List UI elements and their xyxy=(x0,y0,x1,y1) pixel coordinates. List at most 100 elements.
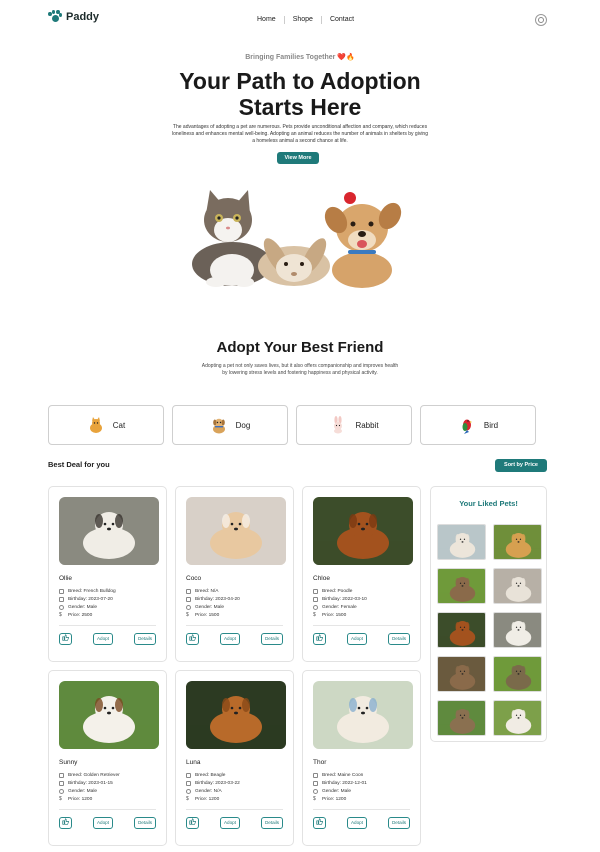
liked-pet-thumbnail[interactable] xyxy=(493,656,542,692)
adopt-button[interactable]: Adopt xyxy=(220,817,240,829)
dollar-icon: $ xyxy=(186,795,189,802)
pet-card: Luna Breed: Beagle Birthday: 2023-03-22 … xyxy=(175,670,294,846)
details-button[interactable]: Details xyxy=(388,817,410,829)
liked-pet-thumbnail[interactable] xyxy=(437,612,486,648)
details-button[interactable]: Details xyxy=(261,633,283,645)
dollar-icon: $ xyxy=(186,611,189,618)
liked-pet-thumbnail[interactable] xyxy=(493,612,542,648)
like-button[interactable] xyxy=(313,817,326,829)
liked-pets-panel: Your Liked Pets! xyxy=(430,486,547,742)
pet-birthday-row: Birthday: 2023-07-20 xyxy=(59,595,156,603)
adopt-button[interactable]: Adopt xyxy=(220,633,240,645)
liked-pet-thumbnail[interactable] xyxy=(437,568,486,604)
dollar-icon: $ xyxy=(59,795,62,802)
liked-pet-thumbnail[interactable] xyxy=(493,524,542,560)
pet-name: Chloe xyxy=(313,575,330,582)
pet-photo[interactable] xyxy=(59,497,159,565)
calendar-icon xyxy=(186,780,191,786)
pet-price: Price: 1200 xyxy=(322,796,347,802)
thumbs-up-icon xyxy=(316,634,324,641)
hero-tagline: Bringing Families Together ❤️🔥 xyxy=(245,54,355,61)
calendar-icon xyxy=(59,780,64,786)
category-dog[interactable]: Dog xyxy=(172,405,288,445)
gender-icon xyxy=(186,604,191,610)
gender-icon xyxy=(59,604,64,610)
details-button[interactable]: Details xyxy=(134,817,156,829)
pet-photo[interactable] xyxy=(59,681,159,749)
nav-contact[interactable]: Contact xyxy=(330,16,354,24)
category-cat-label: Cat xyxy=(112,420,126,430)
pet-photo[interactable] xyxy=(313,681,413,749)
like-button[interactable] xyxy=(186,633,199,645)
nav-home[interactable]: Home xyxy=(257,16,276,24)
thumbs-up-icon xyxy=(62,818,70,825)
pet-gender: Gender: N/A xyxy=(195,788,222,794)
adopt-section-title: Adopt Your Best Friend xyxy=(216,339,384,356)
brand-logo[interactable]: Paddy xyxy=(48,10,99,23)
adopt-button[interactable]: Adopt xyxy=(93,817,113,829)
pet-price: Price: 1500 xyxy=(322,612,347,618)
card-divider xyxy=(313,809,410,810)
pet-name: Luna xyxy=(186,759,201,766)
like-button[interactable] xyxy=(59,817,72,829)
adopt-section-description: Adopting a pet not only saves lives, but… xyxy=(201,363,399,376)
adopt-button[interactable]: Adopt xyxy=(93,633,113,645)
pet-card: Chloe Breed: Poodle Birthday: 2022-03-10… xyxy=(302,486,421,662)
category-bird[interactable]: Bird xyxy=(420,405,536,445)
liked-pet-thumbnail[interactable] xyxy=(437,524,486,560)
pet-birthday: Birthday: 2023-07-20 xyxy=(68,596,113,602)
pet-price: Price: 2500 xyxy=(68,612,93,618)
pet-gender: Gender: Male xyxy=(68,788,98,794)
pet-birthday-row: Birthday: 2023-01-15 xyxy=(59,779,156,787)
category-list: Cat Dog Rabbit Bird xyxy=(48,405,536,445)
category-rabbit[interactable]: Rabbit xyxy=(296,405,412,445)
thumbs-up-icon xyxy=(62,634,70,641)
pet-gender-row: Gender: Male xyxy=(313,787,410,795)
pet-card: Ollie Breed: French Bulldog Birthday: 20… xyxy=(48,486,167,662)
pet-breed: Breed: N/A xyxy=(195,588,219,594)
pet-breed: Breed: Maine Coon xyxy=(322,772,364,778)
like-button[interactable] xyxy=(59,633,72,645)
pet-birthday: Birthday: 2023-03-22 xyxy=(195,780,240,786)
dollar-icon: $ xyxy=(313,611,316,618)
liked-pet-thumbnail[interactable] xyxy=(437,700,486,736)
category-cat[interactable]: Cat xyxy=(48,405,164,445)
nav-shop[interactable]: Shope xyxy=(293,16,313,24)
like-button[interactable] xyxy=(313,633,326,645)
pet-breed-row: Breed: Maine Coon xyxy=(313,771,410,779)
liked-pet-thumbnail[interactable] xyxy=(493,568,542,604)
pet-card: Coco Breed: N/A Birthday: 2023-04-20 Gen… xyxy=(175,486,294,662)
pet-birthday-row: Birthday: 2023-04-20 xyxy=(186,595,283,603)
pet-gender-row: Gender: Male xyxy=(186,603,283,611)
liked-pet-thumbnail[interactable] xyxy=(437,656,486,692)
adopt-button[interactable]: Adopt xyxy=(347,633,367,645)
pet-gender: Gender: Male xyxy=(195,604,225,610)
card-actions: Adopt Details xyxy=(59,633,156,645)
calendar-icon xyxy=(313,780,318,786)
details-button[interactable]: Details xyxy=(134,633,156,645)
card-divider xyxy=(59,625,156,626)
pet-gender-row: Gender: Male xyxy=(59,603,156,611)
adopt-button[interactable]: Adopt xyxy=(347,817,367,829)
parrot-icon xyxy=(462,419,472,434)
details-button[interactable]: Details xyxy=(261,817,283,829)
hero-pets-illustration xyxy=(192,190,402,288)
sort-by-price-button[interactable]: Sort by Price xyxy=(495,459,547,472)
pet-photo[interactable] xyxy=(313,497,413,565)
pet-info: Breed: N/A Birthday: 2023-04-20 Gender: … xyxy=(186,587,283,619)
thumbs-up-icon xyxy=(189,634,197,641)
details-button[interactable]: Details xyxy=(388,633,410,645)
pet-photo[interactable] xyxy=(186,681,286,749)
liked-pet-thumbnail[interactable] xyxy=(493,700,542,736)
hero-description: The advantages of adopting a pet are num… xyxy=(172,124,428,144)
pet-breed: Breed: Golden Retriever xyxy=(68,772,120,778)
pet-gender: Gender: Male xyxy=(68,604,98,610)
pet-birthday-row: Birthday: 2022-03-10 xyxy=(313,595,410,603)
pet-photo[interactable] xyxy=(186,497,286,565)
user-account-icon[interactable] xyxy=(535,14,547,26)
like-button[interactable] xyxy=(186,817,199,829)
view-more-button[interactable]: View More xyxy=(277,152,319,164)
pet-breed-row: Breed: Poodle xyxy=(313,587,410,595)
pet-name: Sunny xyxy=(59,759,78,766)
dog-illustration xyxy=(324,192,402,288)
